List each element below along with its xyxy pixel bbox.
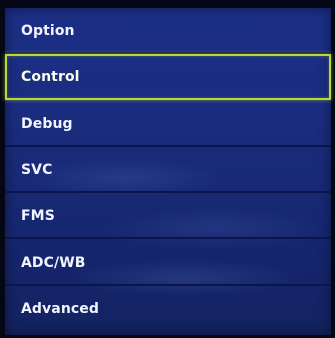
menu-title: Option <box>5 8 331 54</box>
menu-item-advanced[interactable]: Advanced <box>5 286 331 332</box>
menu-item-adc-wb[interactable]: ADC/WB <box>5 240 331 286</box>
menu-item-label: Advanced <box>21 301 100 317</box>
menu-item-debug[interactable]: Debug <box>5 101 331 147</box>
menu-item-svc[interactable]: SVC <box>5 147 331 193</box>
menu-item-label: ADC/WB <box>21 255 86 271</box>
menu-item-label: SVC <box>21 162 53 178</box>
menu-item-fms[interactable]: FMS <box>5 193 331 239</box>
menu-item-label: Debug <box>21 116 73 132</box>
option-menu: Option Control Debug SVC FMS ADC/WB Adva… <box>5 8 331 335</box>
menu-item-control[interactable]: Control <box>5 54 331 100</box>
menu-item-label: Control <box>21 69 80 85</box>
menu-title-label: Option <box>21 23 75 39</box>
tv-screen: Option Control Debug SVC FMS ADC/WB Adva… <box>0 0 335 338</box>
menu-item-label: FMS <box>21 208 55 224</box>
